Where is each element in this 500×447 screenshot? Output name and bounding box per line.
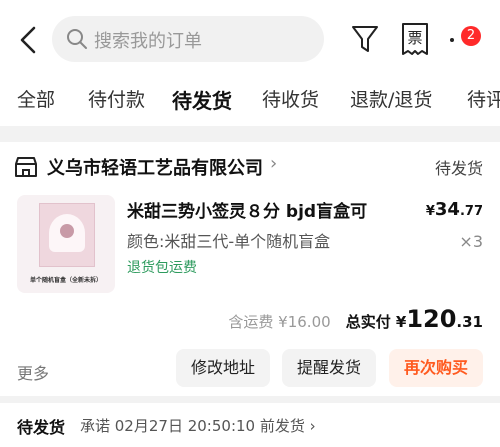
next-order-card: 待发货 承诺 02月27日 20:50:10 前发货 › [0,403,500,447]
shipping-promise[interactable]: 承诺 02月27日 20:50:10 前发货 › [80,415,316,436]
shop-chevron-icon[interactable]: › [270,153,277,174]
next-order-status: 待发货 [17,418,66,437]
messages-more-icon[interactable] [450,38,454,42]
tab-all[interactable]: 全部 [17,85,55,112]
search-input[interactable]: 搜索我的订单 [52,16,324,62]
order-tabs: 全部 待付款 待发货 待收货 退款/退货 待评 [0,80,500,126]
shop-name[interactable]: 义乌市轻语工艺品有限公司 [47,154,263,180]
tab-pending-review[interactable]: 待评 [467,85,500,112]
order-status: 待发货 [434,159,483,178]
tab-pending-shipment[interactable]: 待发货 [172,85,232,114]
order-card: 义乌市轻语工艺品有限公司 › 待发货 单个随机盲盒（全新未拆） 米甜三势小签灵８… [0,142,500,396]
invoice-label: 票 [407,29,422,47]
product-thumbnail[interactable]: 单个随机盲盒（全新未拆） [17,195,115,293]
return-shipping-tag: 退货包运费 [127,260,197,276]
tab-pending-receipt[interactable]: 待收货 [262,85,319,112]
buy-again-button[interactable]: 再次购买 [389,349,483,387]
total-paid-amount: 120 [406,305,457,333]
unit-price: ¥34.77 [425,199,483,220]
product-title[interactable]: 米甜三势小签灵８分 bjd盲盒可 [127,197,367,222]
shipping-fee: 含运费 ¥16.00 [228,313,331,331]
product-spec: 颜色:米甜三代-单个随机盲盒 [127,232,331,251]
total-paid-label: 总实付 [345,313,391,331]
invoice-button[interactable]: 票 [400,22,430,60]
search-icon [66,28,88,54]
blind-box-image [39,203,95,267]
shop-icon [14,156,38,182]
back-arrow-icon[interactable] [14,24,44,56]
modify-address-button[interactable]: 修改地址 [176,349,270,387]
order-summary: 含运费 ¥16.00 总实付 ¥120.31 [228,305,483,333]
tab-refund-return[interactable]: 退款/退货 [350,85,432,112]
quantity: ×3 [459,232,483,251]
search-placeholder: 搜索我的订单 [94,31,202,52]
message-badge: 2 [461,26,481,46]
thumbnail-caption: 单个随机盲盒（全新未拆） [29,277,102,284]
filter-icon[interactable] [350,24,380,58]
remind-shipment-button[interactable]: 提醒发货 [282,349,376,387]
tab-pending-payment[interactable]: 待付款 [88,85,145,112]
more-button[interactable]: 更多 [17,360,49,384]
top-bar: 搜索我的订单 票 2 [0,0,500,80]
